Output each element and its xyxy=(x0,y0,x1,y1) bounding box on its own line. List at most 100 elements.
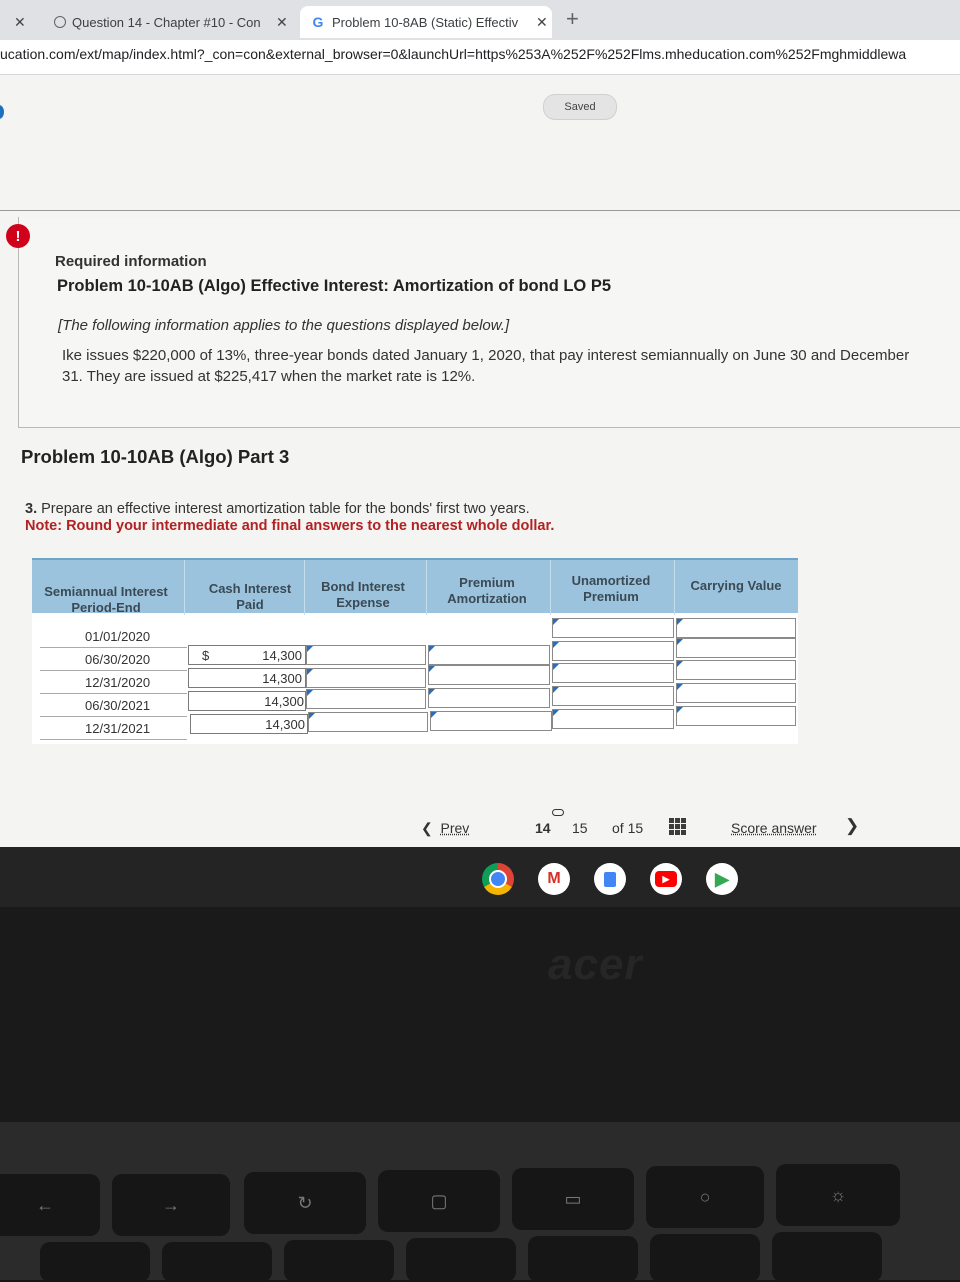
col-header-period: Semiannual Interest Period-End xyxy=(36,584,176,616)
grid-icon[interactable] xyxy=(669,818,686,835)
gmail-icon[interactable]: M xyxy=(538,863,570,895)
key xyxy=(528,1236,638,1282)
cash-interest-value: 14,300 xyxy=(254,694,304,709)
input-marker-icon xyxy=(553,710,559,716)
problem-title: Problem 10-10AB (Algo) Effective Interes… xyxy=(57,277,611,296)
bond-interest-expense-input[interactable] xyxy=(308,712,428,732)
premium-amortization-input[interactable] xyxy=(428,665,550,685)
key xyxy=(162,1242,272,1282)
youtube-glyph: ▶ xyxy=(655,871,677,887)
tab-problem-10-8ab[interactable]: G Problem 10-8AB (Static) Effectiv ✕ xyxy=(300,6,552,38)
unamortized-premium-input[interactable] xyxy=(552,641,674,661)
back-arrow-key: ← xyxy=(0,1174,100,1236)
header-line: Premium xyxy=(552,589,670,605)
row-date: 06/30/2021 xyxy=(40,695,187,717)
address-bar[interactable]: ucation.com/ext/map/index.html?_con=con&… xyxy=(0,40,960,75)
youtube-icon[interactable]: ▶ xyxy=(650,863,682,895)
keyboard: ← → ↻ ▢ ▭ ○ ☼ xyxy=(0,1122,960,1280)
page-next[interactable]: 15 xyxy=(572,820,588,836)
col-header-carrying: Carrying Value xyxy=(676,578,796,594)
url-text: ucation.com/ext/map/index.html?_con=con&… xyxy=(0,46,906,62)
header-line: Paid xyxy=(190,597,310,613)
input-marker-icon xyxy=(677,639,683,645)
unamortized-premium-input[interactable] xyxy=(552,663,674,683)
refresh-key: ↻ xyxy=(244,1172,366,1234)
carrying-value-input[interactable] xyxy=(676,706,796,726)
divider xyxy=(674,560,675,615)
header-line: Carrying Value xyxy=(676,578,796,594)
input-marker-icon xyxy=(307,646,313,652)
premium-amortization-input[interactable] xyxy=(430,711,552,731)
tab-strip: ✕ Question 14 - Chapter #10 - Con ✕ G Pr… xyxy=(0,0,960,40)
key xyxy=(650,1234,760,1282)
input-marker-icon xyxy=(553,619,559,625)
tab-partial[interactable]: ✕ xyxy=(0,6,40,38)
docs-glyph xyxy=(604,872,616,887)
tab-question-14[interactable]: Question 14 - Chapter #10 - Con ✕ xyxy=(46,6,304,38)
premium-amortization-input[interactable] xyxy=(428,645,550,665)
os-shelf: M ▶ ▶ xyxy=(0,847,960,907)
play-store-icon[interactable]: ▶ xyxy=(706,863,738,895)
unamortized-premium-input[interactable] xyxy=(552,618,674,638)
part-title: Problem 10-10AB (Algo) Part 3 xyxy=(21,446,289,468)
carrying-value-input[interactable] xyxy=(676,660,796,680)
col-header-amortization: Premium Amortization xyxy=(428,575,546,607)
input-marker-icon xyxy=(553,687,559,693)
row-date: 01/01/2020 xyxy=(40,626,187,648)
divider xyxy=(184,560,185,615)
new-tab-plus-icon[interactable]: + xyxy=(566,6,579,32)
unamortized-premium-input[interactable] xyxy=(552,686,674,706)
page-current[interactable]: 14 xyxy=(535,820,551,836)
carrying-value-input[interactable] xyxy=(676,683,796,703)
input-marker-icon xyxy=(677,619,683,625)
input-marker-icon xyxy=(677,707,683,713)
bond-interest-expense-input[interactable] xyxy=(306,668,426,688)
close-icon[interactable]: ✕ xyxy=(14,14,26,31)
input-marker-icon xyxy=(677,684,683,690)
currency-symbol: $ xyxy=(202,648,209,663)
score-answer-link[interactable]: Score answer xyxy=(731,820,817,836)
forward-arrow-key: → xyxy=(112,1174,230,1236)
input-marker-icon xyxy=(307,690,313,696)
brightness-down-key: ○ xyxy=(646,1166,764,1228)
close-icon[interactable]: ✕ xyxy=(276,14,288,31)
page-total: of 15 xyxy=(612,820,643,836)
required-info-label: Required information xyxy=(55,253,207,270)
col-header-cash: Cash Interest Paid xyxy=(190,581,310,613)
header-line: Premium xyxy=(428,575,546,591)
laptop-brand-logo: acer xyxy=(548,940,643,990)
bond-interest-expense-input[interactable] xyxy=(306,645,426,665)
input-marker-icon xyxy=(677,661,683,667)
cash-interest-value: 14,300 xyxy=(252,671,302,686)
chevron-right-icon[interactable]: ❯ xyxy=(845,816,859,836)
tab-title: Problem 10-8AB (Static) Effectiv xyxy=(332,15,528,30)
premium-amortization-input[interactable] xyxy=(428,688,550,708)
chrome-icon[interactable] xyxy=(482,863,514,895)
amortization-table: Semiannual Interest Period-End Cash Inte… xyxy=(32,558,798,744)
brightness-up-key: ☼ xyxy=(776,1164,900,1226)
carrying-value-input[interactable] xyxy=(676,618,796,638)
close-icon[interactable]: ✕ xyxy=(536,14,548,31)
key xyxy=(406,1238,516,1282)
carrying-value-input[interactable] xyxy=(676,638,796,658)
cash-interest-value: 14,300 xyxy=(255,717,305,732)
divider xyxy=(0,210,960,211)
docs-icon[interactable] xyxy=(594,863,626,895)
row-date: 12/31/2020 xyxy=(40,672,187,694)
link-icon xyxy=(552,809,564,816)
saved-badge: Saved xyxy=(543,94,617,120)
chevron-left-icon: ❮ xyxy=(421,820,433,836)
alert-icon: ! xyxy=(6,224,30,248)
prev-button[interactable]: ❮ Prev xyxy=(421,820,469,837)
row-date: 12/31/2021 xyxy=(40,718,187,740)
question-text: 3. Prepare an effective interest amortiz… xyxy=(25,501,530,517)
key xyxy=(772,1232,882,1282)
fullscreen-key: ▢ xyxy=(378,1170,500,1232)
unamortized-premium-input[interactable] xyxy=(552,709,674,729)
question-pager: ❮ Prev 14 15 of 15 Score answer ❯ xyxy=(0,813,960,843)
chrome-center xyxy=(489,870,507,888)
header-line: Semiannual Interest xyxy=(36,584,176,600)
bond-interest-expense-input[interactable] xyxy=(306,689,426,709)
input-marker-icon xyxy=(431,712,437,718)
header-line: Period-End xyxy=(36,600,176,616)
